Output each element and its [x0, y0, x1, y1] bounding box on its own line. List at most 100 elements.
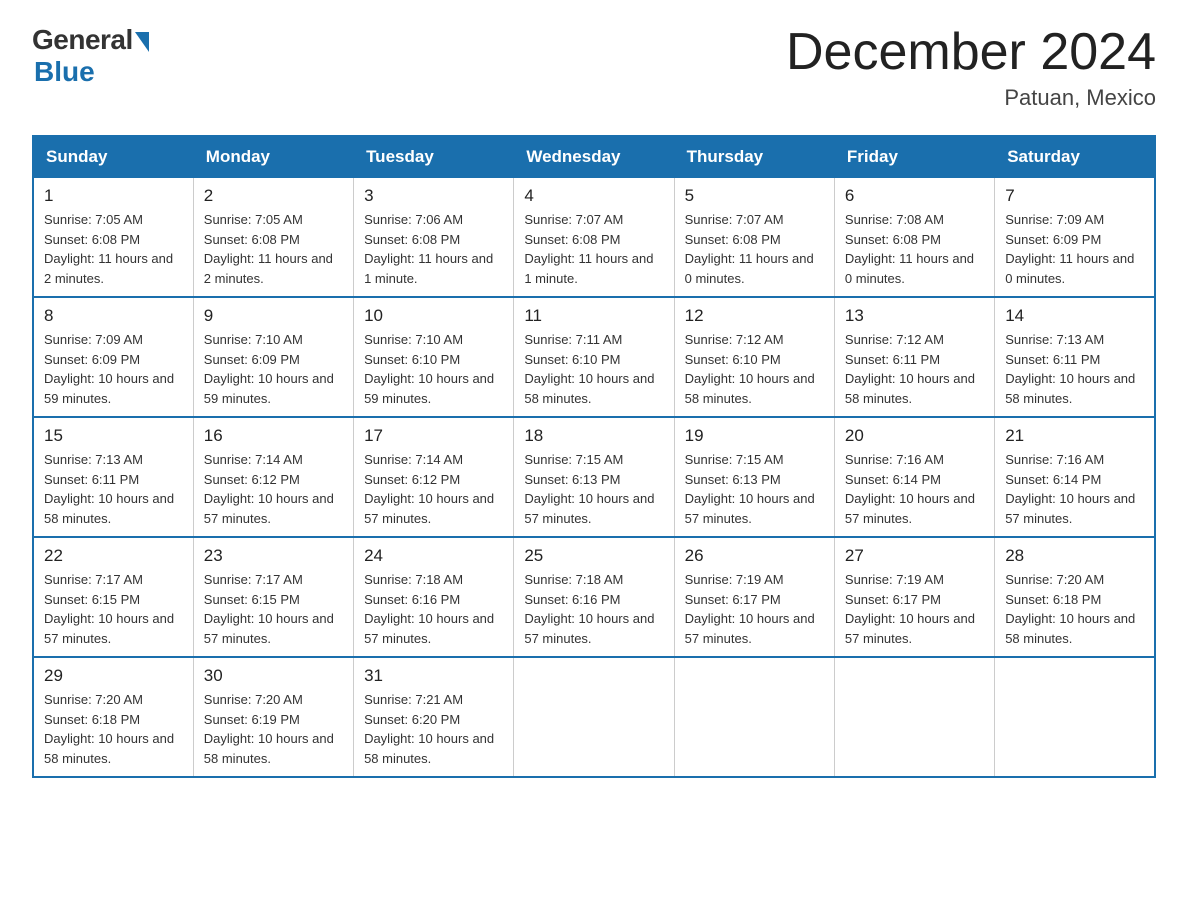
calendar-cell [995, 657, 1155, 777]
day-info: Sunrise: 7:13 AM Sunset: 6:11 PM Dayligh… [1005, 330, 1144, 408]
calendar-cell: 22 Sunrise: 7:17 AM Sunset: 6:15 PM Dayl… [33, 537, 193, 657]
day-info: Sunrise: 7:06 AM Sunset: 6:08 PM Dayligh… [364, 210, 503, 288]
day-info: Sunrise: 7:19 AM Sunset: 6:17 PM Dayligh… [845, 570, 984, 648]
calendar-week-row: 29 Sunrise: 7:20 AM Sunset: 6:18 PM Dayl… [33, 657, 1155, 777]
day-number: 15 [44, 426, 183, 446]
day-number: 25 [524, 546, 663, 566]
calendar-cell: 3 Sunrise: 7:06 AM Sunset: 6:08 PM Dayli… [354, 178, 514, 298]
day-number: 12 [685, 306, 824, 326]
day-number: 7 [1005, 186, 1144, 206]
daylight-label: Daylight: 10 hours and 58 minutes. [44, 731, 174, 766]
day-info: Sunrise: 7:09 AM Sunset: 6:09 PM Dayligh… [1005, 210, 1144, 288]
day-info: Sunrise: 7:20 AM Sunset: 6:18 PM Dayligh… [1005, 570, 1144, 648]
daylight-label: Daylight: 10 hours and 59 minutes. [44, 371, 174, 406]
sunrise-label: Sunrise: 7:13 AM [1005, 332, 1104, 347]
day-info: Sunrise: 7:11 AM Sunset: 6:10 PM Dayligh… [524, 330, 663, 408]
calendar-cell: 27 Sunrise: 7:19 AM Sunset: 6:17 PM Dayl… [834, 537, 994, 657]
day-info: Sunrise: 7:10 AM Sunset: 6:10 PM Dayligh… [364, 330, 503, 408]
calendar-cell: 29 Sunrise: 7:20 AM Sunset: 6:18 PM Dayl… [33, 657, 193, 777]
day-number: 1 [44, 186, 183, 206]
calendar-cell: 1 Sunrise: 7:05 AM Sunset: 6:08 PM Dayli… [33, 178, 193, 298]
day-number: 23 [204, 546, 343, 566]
calendar-cell [834, 657, 994, 777]
sunrise-label: Sunrise: 7:20 AM [204, 692, 303, 707]
logo-general-text: General [32, 24, 133, 56]
calendar-table: SundayMondayTuesdayWednesdayThursdayFrid… [32, 135, 1156, 778]
sunrise-label: Sunrise: 7:19 AM [685, 572, 784, 587]
calendar-cell: 16 Sunrise: 7:14 AM Sunset: 6:12 PM Dayl… [193, 417, 353, 537]
day-number: 21 [1005, 426, 1144, 446]
sunset-label: Sunset: 6:09 PM [44, 352, 140, 367]
sunset-label: Sunset: 6:13 PM [685, 472, 781, 487]
sunset-label: Sunset: 6:19 PM [204, 712, 300, 727]
sunset-label: Sunset: 6:17 PM [685, 592, 781, 607]
sunset-label: Sunset: 6:08 PM [204, 232, 300, 247]
day-number: 27 [845, 546, 984, 566]
sunset-label: Sunset: 6:17 PM [845, 592, 941, 607]
sunrise-label: Sunrise: 7:07 AM [685, 212, 784, 227]
daylight-label: Daylight: 10 hours and 57 minutes. [524, 491, 654, 526]
calendar-cell: 7 Sunrise: 7:09 AM Sunset: 6:09 PM Dayli… [995, 178, 1155, 298]
sunset-label: Sunset: 6:10 PM [524, 352, 620, 367]
day-info: Sunrise: 7:12 AM Sunset: 6:11 PM Dayligh… [845, 330, 984, 408]
calendar-cell: 25 Sunrise: 7:18 AM Sunset: 6:16 PM Dayl… [514, 537, 674, 657]
sunset-label: Sunset: 6:14 PM [845, 472, 941, 487]
day-info: Sunrise: 7:14 AM Sunset: 6:12 PM Dayligh… [204, 450, 343, 528]
daylight-label: Daylight: 11 hours and 2 minutes. [204, 251, 333, 286]
day-number: 4 [524, 186, 663, 206]
logo-blue-text: Blue [34, 56, 95, 88]
sunset-label: Sunset: 6:15 PM [204, 592, 300, 607]
day-number: 3 [364, 186, 503, 206]
sunrise-label: Sunrise: 7:15 AM [524, 452, 623, 467]
calendar-cell: 9 Sunrise: 7:10 AM Sunset: 6:09 PM Dayli… [193, 297, 353, 417]
day-number: 26 [685, 546, 824, 566]
sunrise-label: Sunrise: 7:15 AM [685, 452, 784, 467]
day-info: Sunrise: 7:16 AM Sunset: 6:14 PM Dayligh… [845, 450, 984, 528]
day-info: Sunrise: 7:07 AM Sunset: 6:08 PM Dayligh… [685, 210, 824, 288]
sunset-label: Sunset: 6:09 PM [1005, 232, 1101, 247]
daylight-label: Daylight: 10 hours and 57 minutes. [1005, 491, 1135, 526]
day-info: Sunrise: 7:21 AM Sunset: 6:20 PM Dayligh… [364, 690, 503, 768]
daylight-label: Daylight: 11 hours and 1 minute. [364, 251, 493, 286]
sunrise-label: Sunrise: 7:08 AM [845, 212, 944, 227]
sunset-label: Sunset: 6:10 PM [685, 352, 781, 367]
calendar-cell: 6 Sunrise: 7:08 AM Sunset: 6:08 PM Dayli… [834, 178, 994, 298]
calendar-cell: 14 Sunrise: 7:13 AM Sunset: 6:11 PM Dayl… [995, 297, 1155, 417]
day-number: 9 [204, 306, 343, 326]
day-number: 19 [685, 426, 824, 446]
daylight-label: Daylight: 10 hours and 57 minutes. [44, 611, 174, 646]
sunset-label: Sunset: 6:10 PM [364, 352, 460, 367]
calendar-cell: 17 Sunrise: 7:14 AM Sunset: 6:12 PM Dayl… [354, 417, 514, 537]
day-info: Sunrise: 7:15 AM Sunset: 6:13 PM Dayligh… [524, 450, 663, 528]
sunset-label: Sunset: 6:20 PM [364, 712, 460, 727]
calendar-header-wednesday: Wednesday [514, 136, 674, 178]
calendar-cell: 5 Sunrise: 7:07 AM Sunset: 6:08 PM Dayli… [674, 178, 834, 298]
day-number: 11 [524, 306, 663, 326]
calendar-cell: 18 Sunrise: 7:15 AM Sunset: 6:13 PM Dayl… [514, 417, 674, 537]
calendar-cell: 4 Sunrise: 7:07 AM Sunset: 6:08 PM Dayli… [514, 178, 674, 298]
sunset-label: Sunset: 6:18 PM [1005, 592, 1101, 607]
daylight-label: Daylight: 11 hours and 0 minutes. [685, 251, 814, 286]
daylight-label: Daylight: 11 hours and 0 minutes. [1005, 251, 1134, 286]
daylight-label: Daylight: 11 hours and 2 minutes. [44, 251, 173, 286]
sunrise-label: Sunrise: 7:14 AM [364, 452, 463, 467]
sunrise-label: Sunrise: 7:09 AM [44, 332, 143, 347]
daylight-label: Daylight: 10 hours and 57 minutes. [845, 611, 975, 646]
day-number: 8 [44, 306, 183, 326]
day-info: Sunrise: 7:08 AM Sunset: 6:08 PM Dayligh… [845, 210, 984, 288]
day-info: Sunrise: 7:18 AM Sunset: 6:16 PM Dayligh… [364, 570, 503, 648]
daylight-label: Daylight: 10 hours and 57 minutes. [364, 491, 494, 526]
daylight-label: Daylight: 11 hours and 1 minute. [524, 251, 653, 286]
sunrise-label: Sunrise: 7:10 AM [204, 332, 303, 347]
day-number: 6 [845, 186, 984, 206]
logo-arrow-icon [135, 32, 149, 52]
calendar-cell: 2 Sunrise: 7:05 AM Sunset: 6:08 PM Dayli… [193, 178, 353, 298]
daylight-label: Daylight: 11 hours and 0 minutes. [845, 251, 974, 286]
day-number: 22 [44, 546, 183, 566]
sunset-label: Sunset: 6:11 PM [845, 352, 940, 367]
sunrise-label: Sunrise: 7:17 AM [44, 572, 143, 587]
daylight-label: Daylight: 10 hours and 58 minutes. [44, 491, 174, 526]
sunrise-label: Sunrise: 7:18 AM [364, 572, 463, 587]
calendar-header-friday: Friday [834, 136, 994, 178]
day-info: Sunrise: 7:16 AM Sunset: 6:14 PM Dayligh… [1005, 450, 1144, 528]
